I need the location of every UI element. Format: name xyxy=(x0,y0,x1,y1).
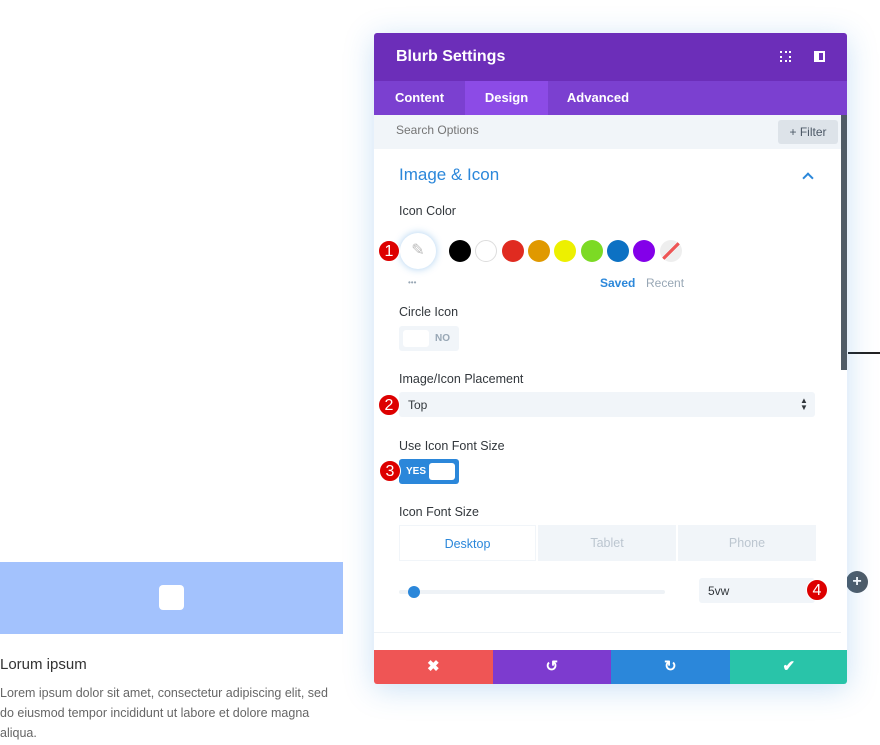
device-tab-tablet[interactable]: Tablet xyxy=(538,525,676,561)
device-tab-phone[interactable]: Phone xyxy=(678,525,816,561)
circle-icon-toggle[interactable]: NO xyxy=(399,326,459,351)
annotation-badge-2: 2 xyxy=(378,394,400,416)
more-colors-icon[interactable]: ••• xyxy=(408,278,416,287)
fullscreen-icon[interactable] xyxy=(780,51,791,62)
chevron-up-icon[interactable] xyxy=(802,172,814,184)
swatch-purple[interactable] xyxy=(633,240,655,262)
toggle-knob xyxy=(429,463,455,480)
section-title[interactable]: Image & Icon xyxy=(399,165,499,185)
preview-image-block xyxy=(0,562,343,634)
font-size-slider-handle[interactable] xyxy=(408,586,420,598)
blurb-icon xyxy=(159,585,184,610)
blurb-settings-panel: Blurb Settings Content Design Advanced +… xyxy=(374,33,847,684)
cancel-button[interactable]: ✖ xyxy=(374,650,493,684)
divider-line xyxy=(848,352,880,354)
select-arrows-icon: ▲ ▼ xyxy=(800,396,808,412)
swatch-green[interactable] xyxy=(581,240,603,262)
swatch-none[interactable] xyxy=(660,240,682,262)
search-bar: + Filter xyxy=(374,115,841,149)
font-size-value: 5vw xyxy=(708,584,730,598)
tab-design[interactable]: Design xyxy=(465,81,548,115)
font-size-input[interactable]: 5vw xyxy=(699,578,815,603)
icon-color-label: Icon Color xyxy=(399,204,456,218)
section-divider xyxy=(374,632,841,633)
swatch-yellow[interactable] xyxy=(554,240,576,262)
placement-label: Image/Icon Placement xyxy=(399,372,524,386)
placement-value: Top xyxy=(408,398,428,412)
saved-tab[interactable]: Saved xyxy=(600,276,635,290)
toggle-state: NO xyxy=(435,333,450,344)
tab-content[interactable]: Content xyxy=(374,81,465,115)
tab-bar: Content Design Advanced xyxy=(374,81,847,115)
swatch-blue[interactable] xyxy=(607,240,629,262)
annotation-badge-4: 4 xyxy=(806,579,828,601)
swatch-black[interactable] xyxy=(449,240,471,262)
filter-button[interactable]: + Filter xyxy=(778,120,838,144)
sidebar-toggle-icon[interactable] xyxy=(814,51,825,62)
eyedropper-button[interactable]: ✎ xyxy=(400,233,436,269)
scrollbar[interactable] xyxy=(841,115,847,370)
undo-button[interactable]: ↺ xyxy=(492,650,611,684)
toggle-knob xyxy=(403,330,429,347)
device-tab-desktop[interactable]: Desktop xyxy=(399,525,536,561)
use-font-size-label: Use Icon Font Size xyxy=(399,439,505,453)
use-font-size-toggle[interactable]: YES xyxy=(399,459,459,484)
swatch-white[interactable] xyxy=(475,240,497,262)
add-module-button[interactable]: + xyxy=(846,571,868,593)
preview-title: Lorum ipsum xyxy=(0,656,87,673)
panel-title: Blurb Settings xyxy=(396,48,506,65)
circle-icon-label: Circle Icon xyxy=(399,305,459,319)
placement-select[interactable]: Top ▲ ▼ xyxy=(399,392,815,417)
redo-button[interactable]: ↻ xyxy=(611,650,730,684)
preview-body: Lorem ipsum dolor sit amet, consectetur … xyxy=(0,686,328,740)
search-input[interactable] xyxy=(396,123,696,137)
save-button[interactable]: ✔ xyxy=(729,650,847,684)
annotation-badge-3: 3 xyxy=(379,460,401,482)
tab-advanced[interactable]: Advanced xyxy=(548,81,648,115)
annotation-badge-1: 1 xyxy=(378,240,400,262)
swatch-red[interactable] xyxy=(502,240,524,262)
recent-tab[interactable]: Recent xyxy=(646,276,684,290)
toggle-state: YES xyxy=(406,466,427,477)
font-size-slider-track[interactable] xyxy=(399,590,665,594)
swatch-orange[interactable] xyxy=(528,240,550,262)
icon-font-size-label: Icon Font Size xyxy=(399,505,479,519)
panel-header: Blurb Settings xyxy=(374,33,847,81)
